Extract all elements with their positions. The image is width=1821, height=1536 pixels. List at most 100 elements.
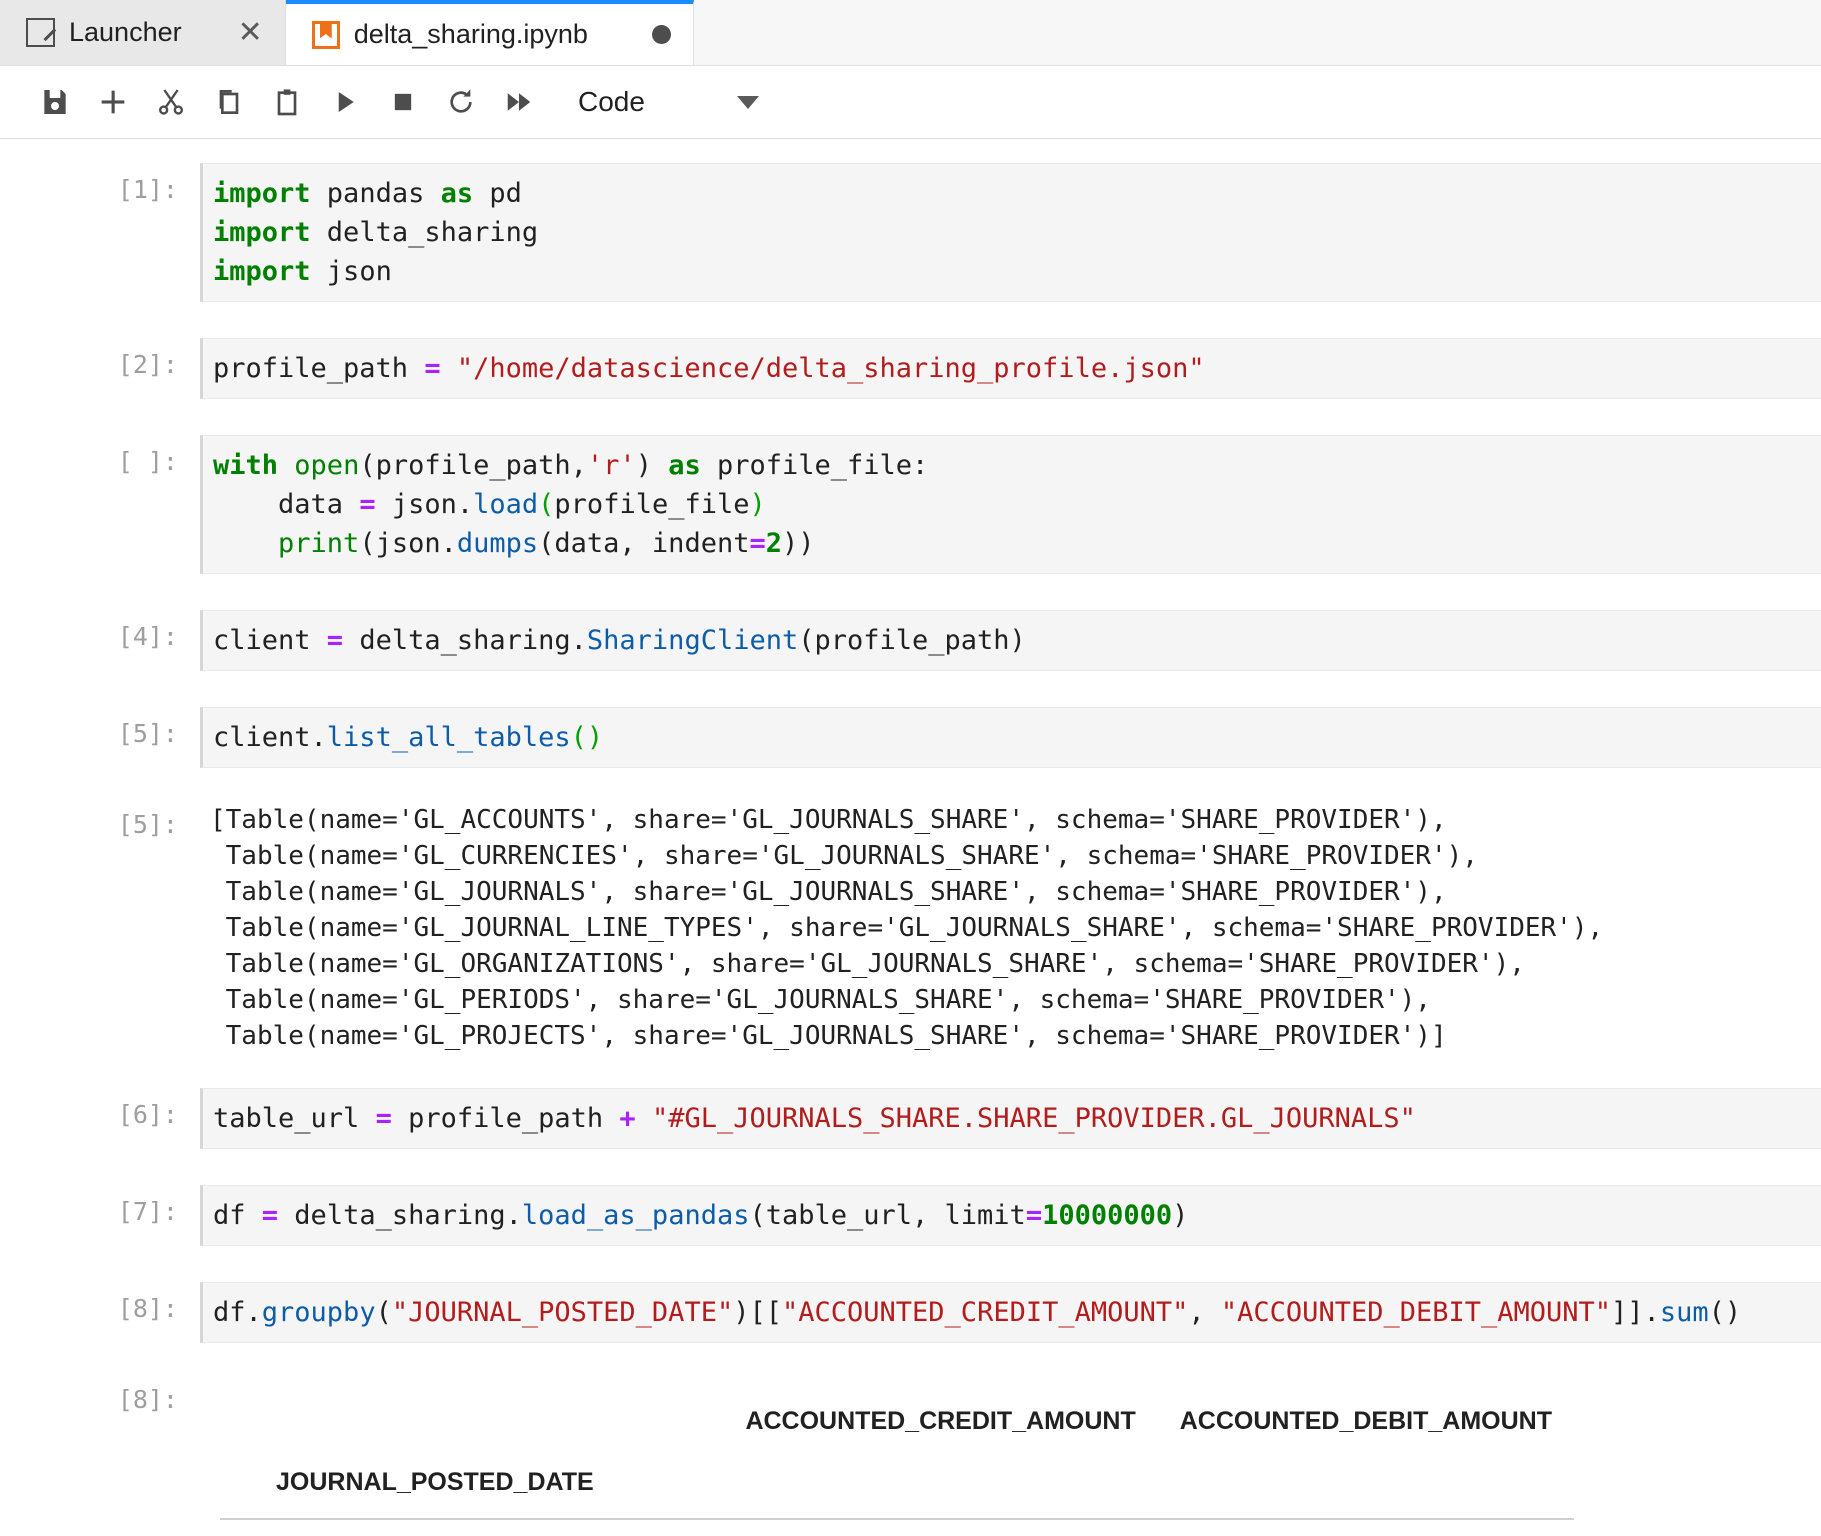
copy-button[interactable] bbox=[200, 73, 258, 131]
output-line: Table(name='GL_PROJECTS', share='GL_JOUR… bbox=[210, 1021, 1447, 1051]
tab-notebook-label: delta_sharing.ipynb bbox=[353, 19, 588, 49]
code-line: df = delta_sharing.load_as_pandas(table_… bbox=[213, 1196, 1821, 1235]
notebook-toolbar: Code bbox=[0, 66, 1821, 139]
code-token: ) bbox=[749, 489, 766, 520]
code-token: table_url bbox=[213, 1103, 376, 1134]
cell-prompt: [4]: bbox=[117, 622, 178, 651]
notebook-cell[interactable]: [4]: client = delta_sharing.SharingClien… bbox=[0, 610, 1821, 671]
notebook-cell[interactable]: [ ]: with open(profile_path,'r') as prof… bbox=[0, 435, 1821, 574]
chevron-down-icon[interactable] bbox=[736, 95, 759, 109]
code-token: "#GL_JOURNALS_SHARE.SHARE_PROVIDER.GL_JO… bbox=[651, 1103, 1416, 1134]
restart-run-all-button[interactable] bbox=[490, 73, 548, 131]
cell-input[interactable]: df.groupby("JOURNAL_POSTED_DATE")[["ACCO… bbox=[200, 1282, 1821, 1343]
code-token: "ACCOUNTED_CREDIT_AMOUNT" bbox=[782, 1297, 1189, 1328]
table-body: 2023-04-01 00:00:00+00:002.105610e+102.1… bbox=[220, 1519, 1574, 1535]
table-cell: 2.105610e+10 bbox=[723, 1519, 1157, 1535]
code-token: "JOURNAL_POSTED_DATE" bbox=[391, 1297, 734, 1328]
column-header: ACCOUNTED_DEBIT_AMOUNT bbox=[1179, 1407, 1552, 1435]
output-line: Table(name='GL_CURRENCIES', share='GL_JO… bbox=[210, 841, 1478, 871]
code-token: "ACCOUNTED_DEBIT_AMOUNT" bbox=[1220, 1297, 1612, 1328]
code-token: client bbox=[213, 625, 327, 656]
output-line: Table(name='GL_PERIODS', share='GL_JOURN… bbox=[210, 985, 1431, 1015]
cell-prompt: [7]: bbox=[117, 1197, 178, 1226]
tab-launcher[interactable]: Launcher ✕ bbox=[0, 0, 286, 65]
code-token: pd bbox=[473, 178, 522, 209]
code-token: load bbox=[473, 489, 539, 520]
notebook-cell[interactable]: [2]: profile_path = "/home/datascience/d… bbox=[0, 338, 1821, 399]
code-token: client. bbox=[213, 722, 327, 753]
spacer-cell bbox=[723, 1452, 1157, 1513]
cut-button[interactable] bbox=[142, 73, 200, 131]
cell-input[interactable]: table_url = profile_path + "#GL_JOURNALS… bbox=[200, 1088, 1821, 1149]
notebook-output: [8]: ACCOUNTED_CREDIT_AMOUNT ACCOUNTED_D… bbox=[0, 1373, 1821, 1535]
code-token: profile_path bbox=[391, 1103, 620, 1134]
code-token: print bbox=[278, 528, 360, 559]
cell-input[interactable]: profile_path = "/home/datascience/delta_… bbox=[200, 338, 1821, 399]
table-header: ACCOUNTED_CREDIT_AMOUNT ACCOUNTED_DEBIT_… bbox=[220, 1391, 1574, 1520]
code-token: json bbox=[310, 256, 392, 287]
notebook-cell[interactable]: [7]: df = delta_sharing.load_as_pandas(t… bbox=[0, 1185, 1821, 1246]
index-name-cell: JOURNAL_POSTED_DATE bbox=[276, 1468, 594, 1496]
code-token: sum bbox=[1659, 1297, 1709, 1328]
cell-input[interactable]: df = delta_sharing.load_as_pandas(table_… bbox=[200, 1185, 1821, 1246]
code-token: = bbox=[749, 528, 766, 559]
clipboard-icon bbox=[277, 89, 297, 116]
code-line: client.list_all_tables() bbox=[213, 718, 1821, 757]
paste-button[interactable] bbox=[258, 73, 316, 131]
code-token: = bbox=[424, 353, 441, 384]
insert-cell-button[interactable] bbox=[84, 73, 142, 131]
close-icon[interactable]: ✕ bbox=[238, 17, 263, 48]
code-token: ( bbox=[375, 1297, 392, 1328]
code-token: () bbox=[1708, 1297, 1742, 1328]
tab-delta-sharing-notebook[interactable]: delta_sharing.ipynb bbox=[285, 0, 694, 65]
code-token: dumps bbox=[456, 528, 539, 559]
scissors-icon bbox=[159, 89, 183, 115]
table-cell: 2.105610e+10 bbox=[1158, 1519, 1574, 1535]
output-prompt: [5]: bbox=[117, 810, 178, 839]
notebook-cell[interactable]: [8]: df.groupby("JOURNAL_POSTED_DATE")[[… bbox=[0, 1282, 1821, 1343]
cell-input[interactable]: client = delta_sharing.SharingClient(pro… bbox=[200, 610, 1821, 671]
table-list-output: [Table(name='GL_ACCOUNTS', share='GL_JOU… bbox=[200, 798, 1821, 1058]
launcher-icon bbox=[26, 18, 55, 47]
cell-spacer bbox=[0, 302, 1821, 338]
code-token: import bbox=[213, 217, 311, 248]
code-token: ) bbox=[1172, 1200, 1189, 1231]
code-token: 10000000 bbox=[1042, 1200, 1173, 1231]
code-token: data bbox=[213, 489, 360, 520]
code-token: list_all_tables bbox=[326, 722, 571, 753]
cell-prompt: [2]: bbox=[117, 350, 178, 379]
cell-type-selector[interactable]: Code bbox=[578, 86, 759, 118]
code-token: "/home/datascience/delta_sharing_profile… bbox=[456, 353, 1205, 384]
save-icon bbox=[44, 90, 66, 114]
restart-button[interactable] bbox=[432, 73, 490, 131]
cell-input[interactable]: import pandas as pd import delta_sharing i… bbox=[200, 163, 1821, 302]
notebook-cell[interactable]: [5]: client.list_all_tables() bbox=[0, 707, 1821, 768]
code-token: import bbox=[213, 256, 311, 287]
run-button[interactable] bbox=[316, 73, 374, 131]
cell-spacer bbox=[0, 768, 1821, 798]
spacer-cell bbox=[1158, 1452, 1574, 1513]
notebook-cell[interactable]: [6]: table_url = profile_path + "#GL_JOU… bbox=[0, 1088, 1821, 1149]
code-token: = bbox=[261, 1200, 279, 1231]
code-token: = bbox=[375, 1103, 392, 1134]
tab-launcher-label: Launcher bbox=[69, 17, 182, 47]
notebook-cell[interactable]: [1]: import pandas as pd import delta_sha… bbox=[0, 163, 1821, 302]
save-button[interactable] bbox=[26, 73, 84, 131]
code-token: )) bbox=[782, 528, 815, 559]
notebook-output: [5]: [Table(name='GL_ACCOUNTS', share='G… bbox=[0, 798, 1821, 1058]
code-token: , bbox=[1188, 1297, 1221, 1328]
notebook-body: [1]: import pandas as pd import delta_sha… bbox=[0, 139, 1821, 1535]
cell-input[interactable]: client.list_all_tables() bbox=[200, 707, 1821, 768]
cell-prompt: [ ]: bbox=[117, 447, 178, 476]
row-index-cell: 2023-04-01 00:00:00+00:00 bbox=[220, 1519, 723, 1535]
stop-button[interactable] bbox=[374, 73, 432, 131]
code-token: ( bbox=[538, 489, 555, 520]
unsaved-changes-indicator[interactable] bbox=[651, 25, 671, 44]
code-token: pandas bbox=[310, 178, 441, 209]
code-token: as bbox=[440, 178, 474, 209]
cell-input[interactable]: with open(profile_path,'r') as profile_f… bbox=[200, 435, 1821, 574]
output-line: Table(name='GL_ORGANIZATIONS', share='GL… bbox=[210, 949, 1525, 979]
code-token: open bbox=[294, 450, 360, 481]
